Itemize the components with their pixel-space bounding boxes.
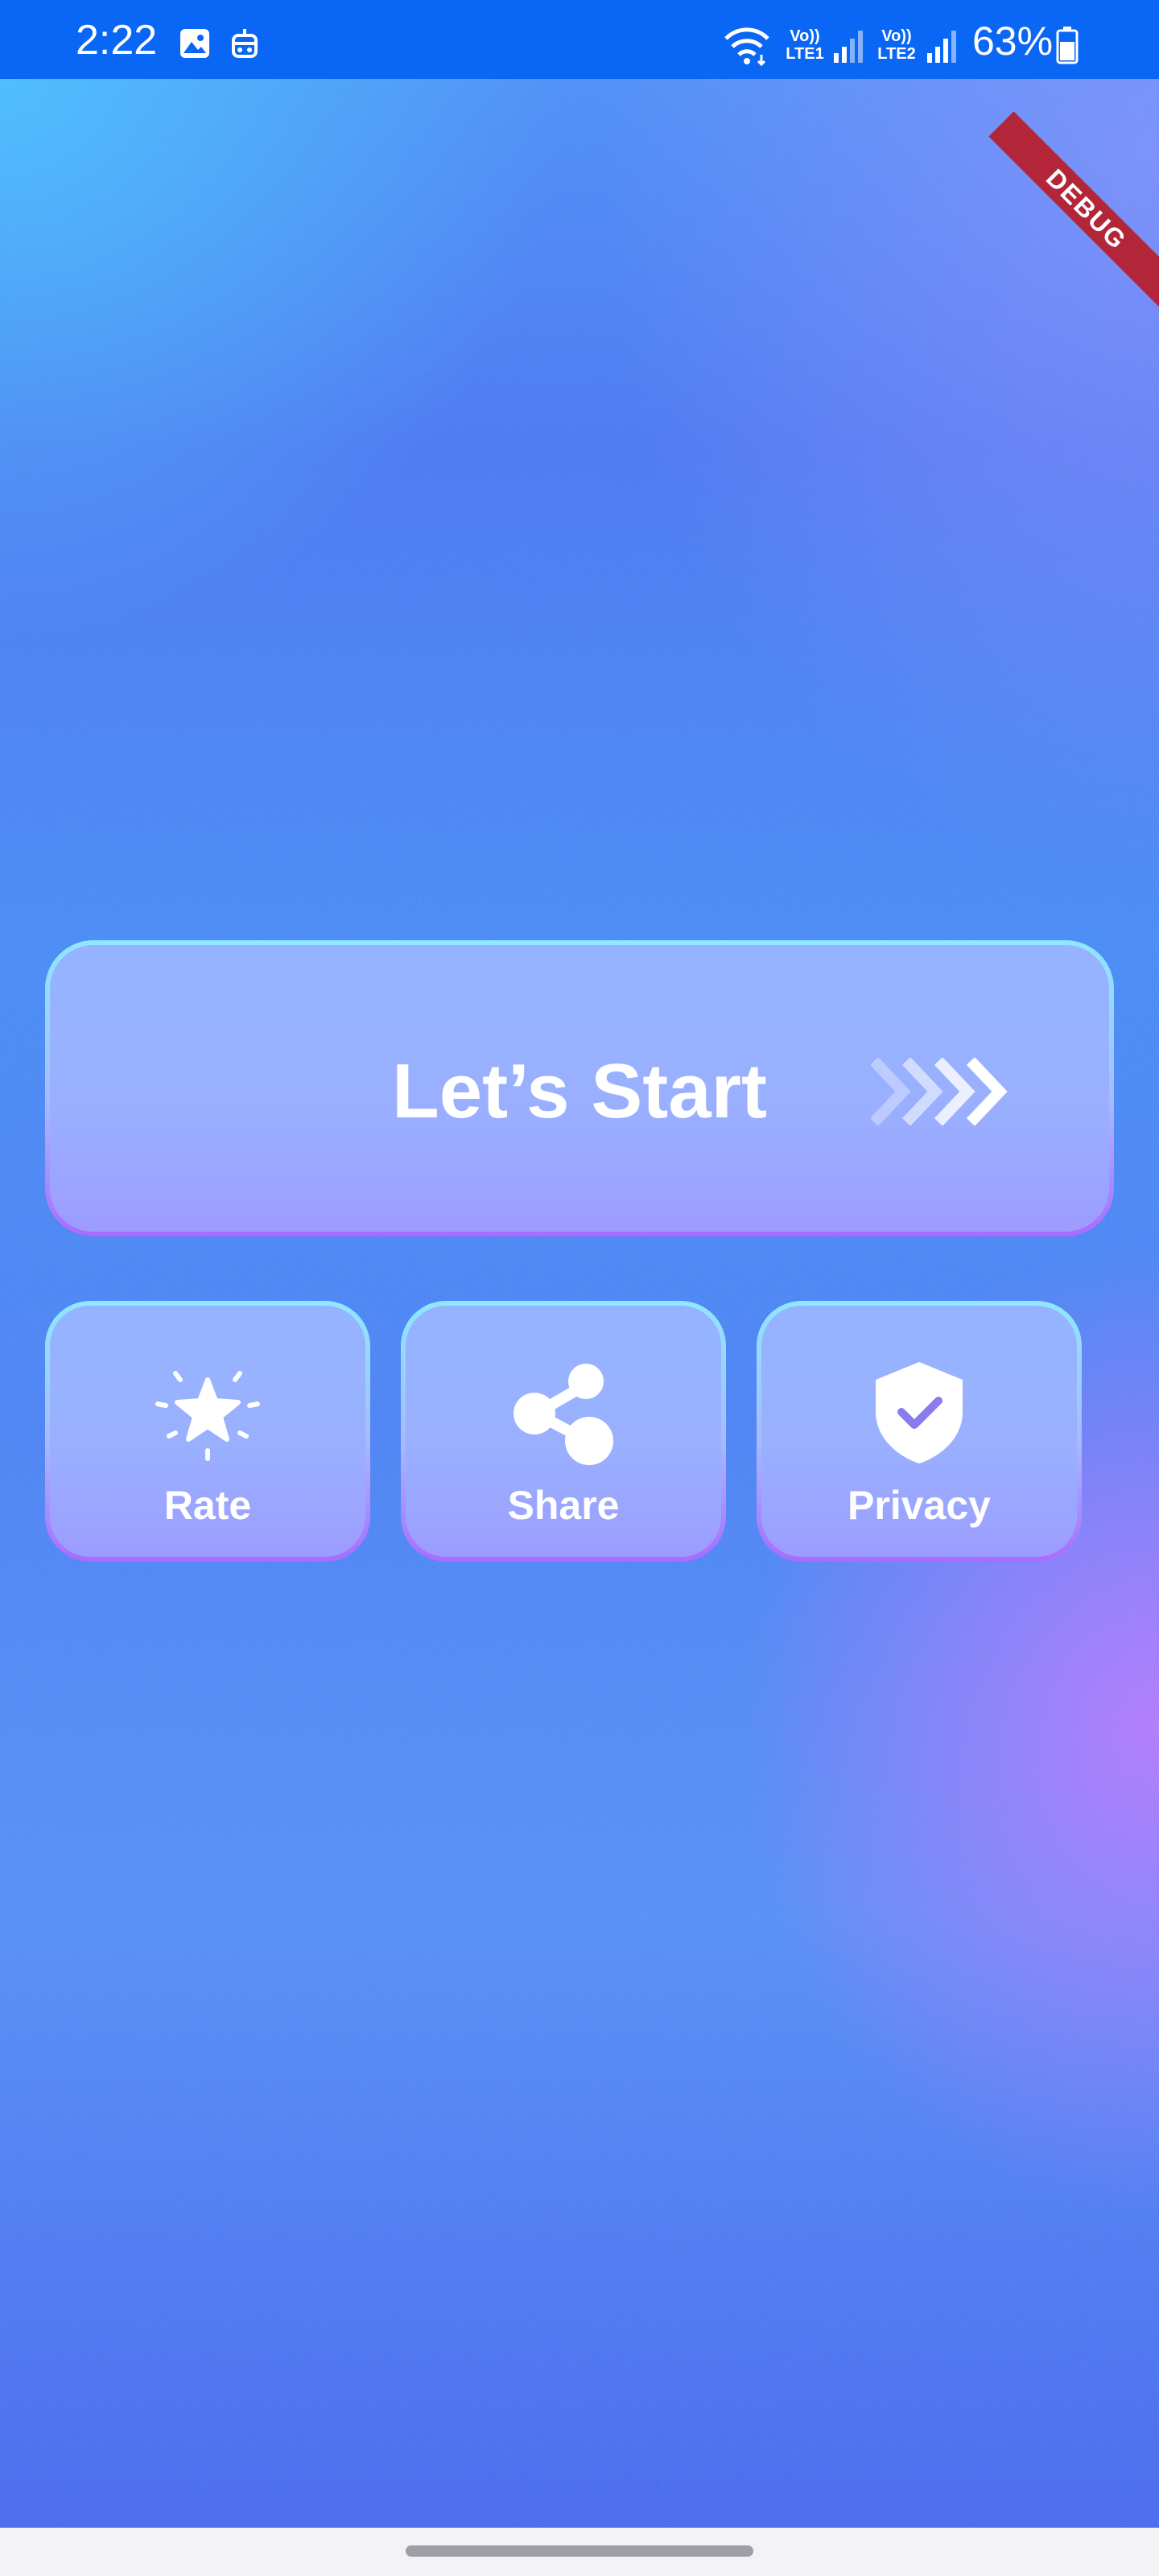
privacy-label: Privacy [848, 1483, 991, 1528]
battery-icon [1056, 27, 1079, 64]
share-label: Share [507, 1483, 620, 1528]
rate-button-surface: Rate [50, 1306, 365, 1557]
lets-start-button[interactable]: Let’s Start [45, 940, 1114, 1236]
signal-icon [927, 31, 956, 63]
sim1-label: Vo)) LTE1 [786, 27, 824, 63]
rate-button[interactable]: Rate [45, 1301, 370, 1562]
gallery-icon [180, 29, 209, 58]
app-screen: DEBUG Let’s Start Rate Share Privacy 2:2… [0, 0, 1159, 2576]
battery-percent: 63% [972, 19, 1054, 64]
background-gradient: DEBUG Let’s Start Rate Share Privacy [0, 79, 1159, 2528]
navigation-bar [0, 2528, 1159, 2576]
wifi-icon [724, 27, 769, 66]
star-burst-icon [50, 1354, 365, 1470]
privacy-button-surface: Privacy [761, 1306, 1077, 1557]
shield-check-icon [761, 1354, 1077, 1470]
signal-icon [834, 31, 863, 63]
status-time: 2:22 [76, 17, 158, 64]
status-bar: 2:22 Vo)) LTE1 Vo)) LTE2 63% [0, 0, 1159, 79]
lets-start-button-surface: Let’s Start [50, 945, 1109, 1232]
rate-label: Rate [163, 1483, 252, 1528]
share-icon [406, 1354, 721, 1470]
chevrons-right-icon [871, 1058, 1008, 1125]
share-button-surface: Share [406, 1306, 721, 1557]
home-indicator[interactable] [406, 2545, 753, 2557]
sim2-label: Vo)) LTE2 [877, 27, 916, 63]
privacy-button[interactable]: Privacy [757, 1301, 1082, 1562]
share-button[interactable]: Share [401, 1301, 726, 1562]
bot-icon [232, 29, 258, 58]
